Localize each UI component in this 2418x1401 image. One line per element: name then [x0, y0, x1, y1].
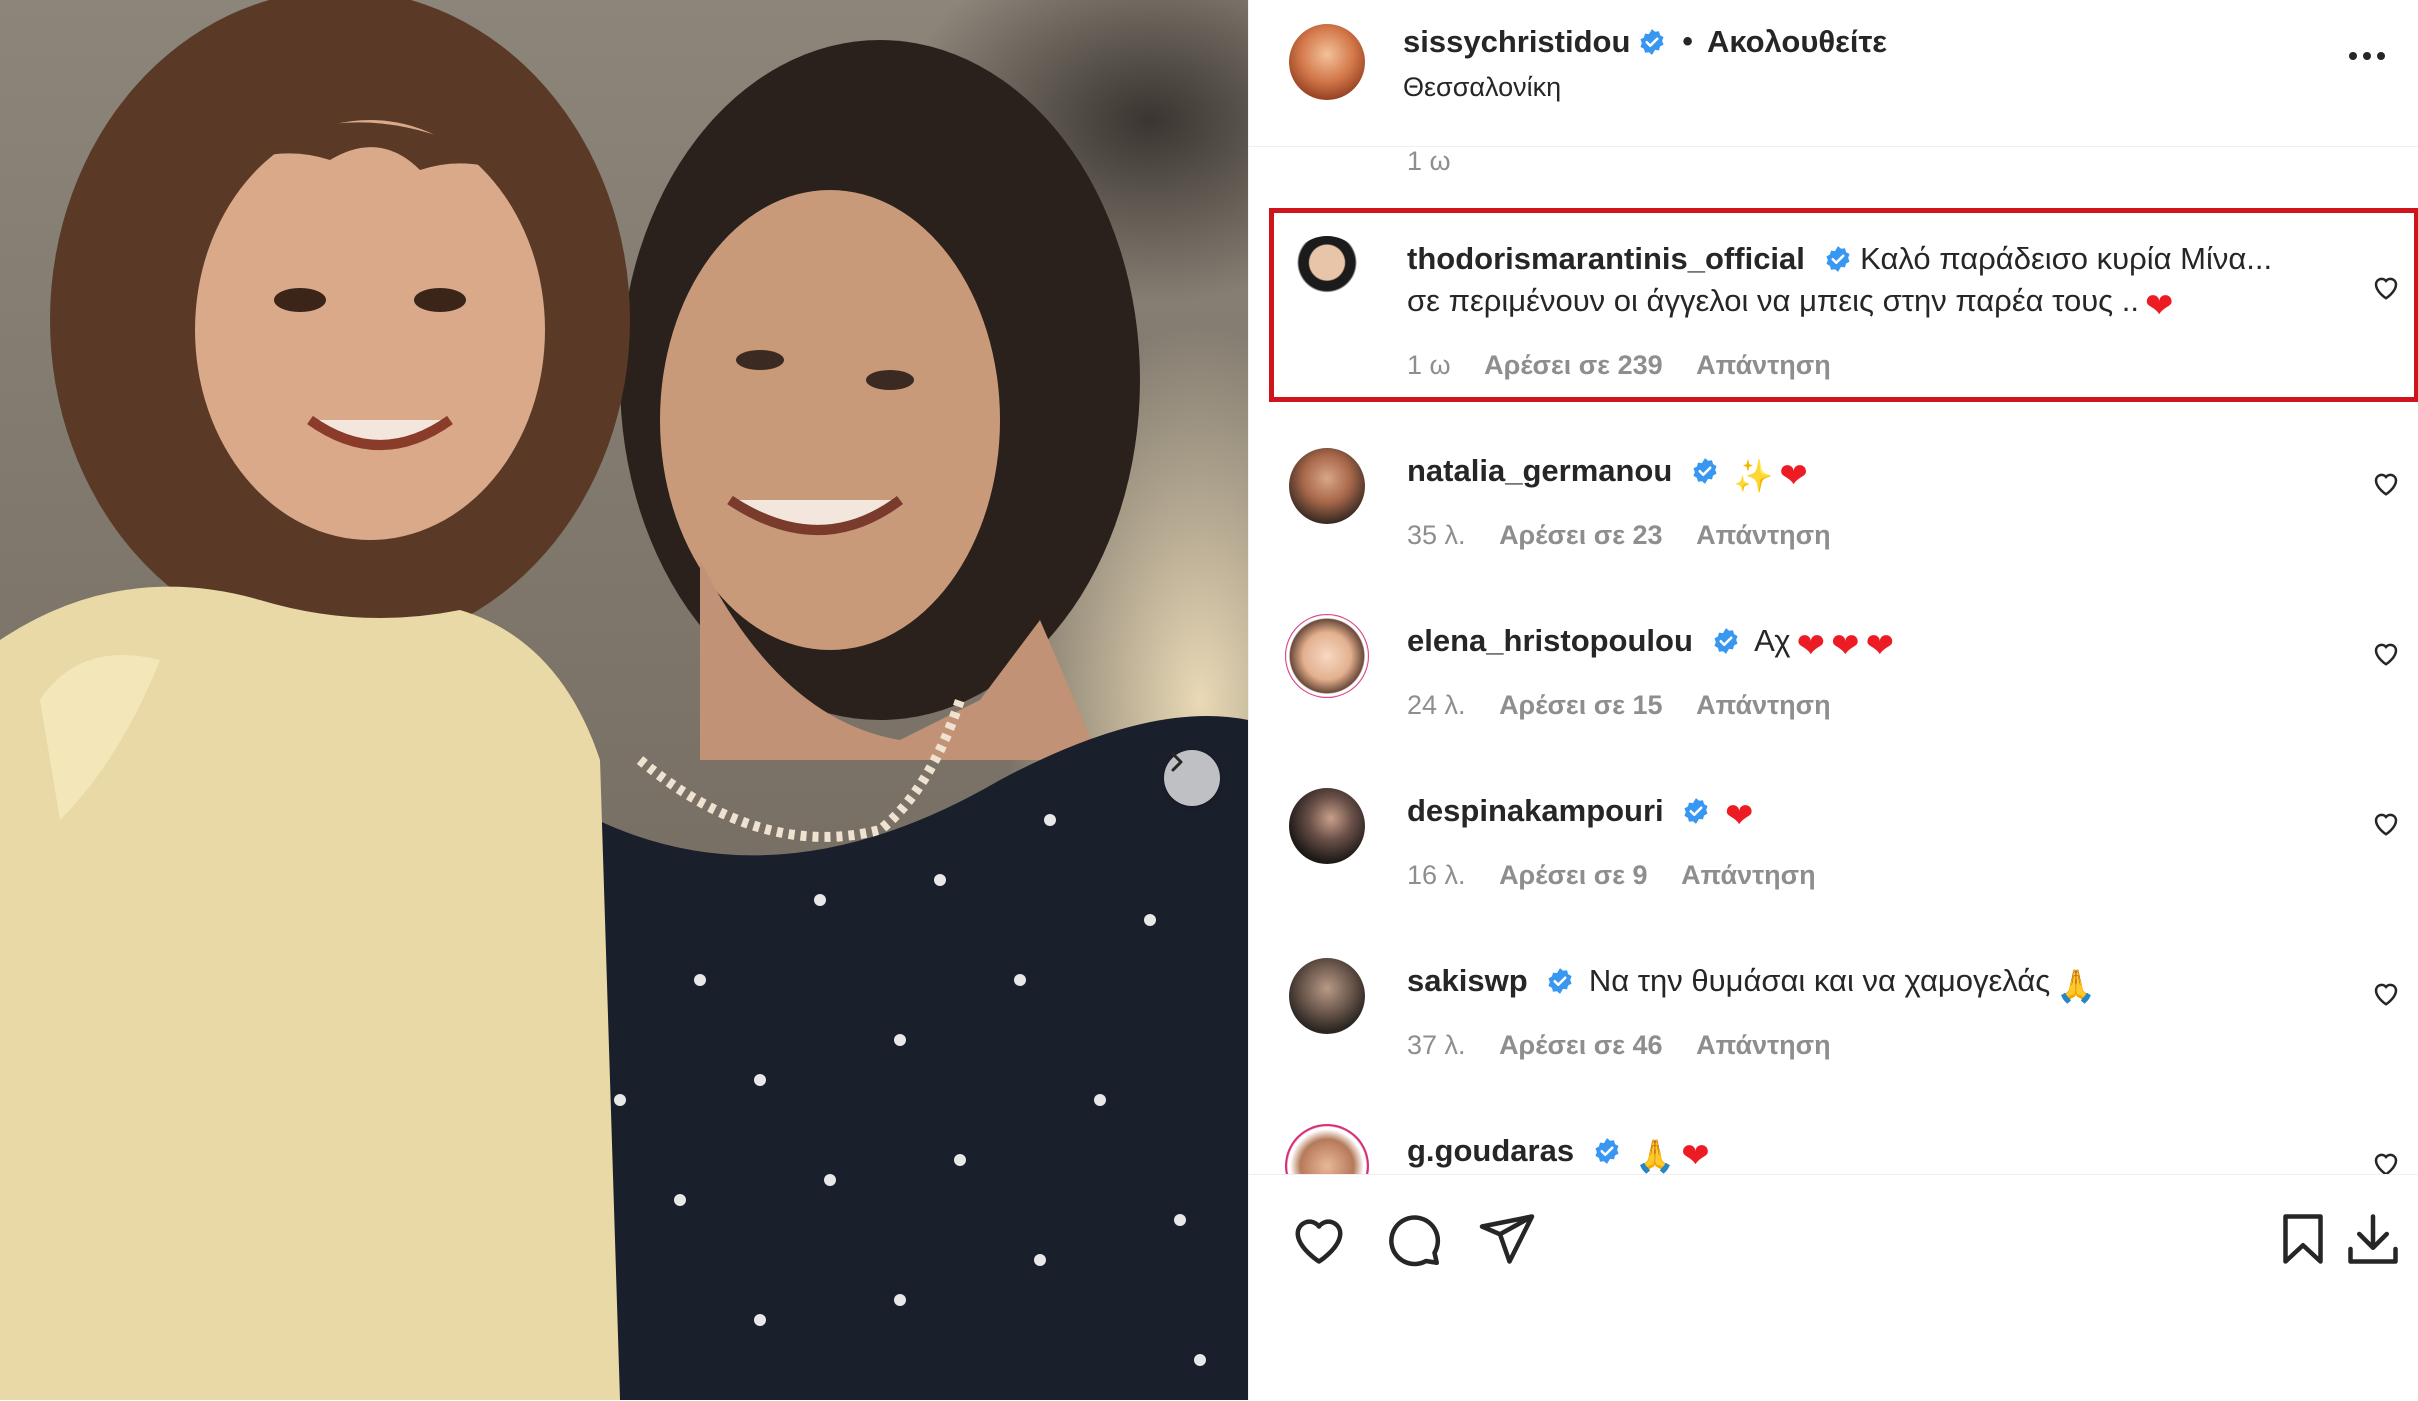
- author-username[interactable]: sissychristidou: [1403, 24, 1630, 60]
- post-sidebar: sissychristidou • Ακολουθείτε Θεσσαλονίκ…: [1248, 0, 2418, 1400]
- chevron-right-icon: [1171, 752, 1183, 772]
- comment-meta: 35 λ. Αρέσει σε 23 Απάντηση: [1407, 520, 1857, 551]
- comment-meta: 16 λ. Αρέσει σε 9 Απάντηση: [1407, 860, 1842, 891]
- comment-likes[interactable]: Αρέσει σε 239: [1484, 350, 1663, 380]
- send-icon[interactable]: [1477, 1209, 1537, 1269]
- comments-list: 1 ω thodorismarantinis_official Καλό παρ…: [1249, 146, 2418, 1174]
- folded-hands-emoji: 🙏: [2056, 968, 2097, 1004]
- reply-button[interactable]: Απάντηση: [1696, 690, 1831, 720]
- download-icon[interactable]: [2343, 1209, 2403, 1269]
- heart-icon[interactable]: [2371, 978, 2401, 1008]
- verified-badge-icon: [1595, 1138, 1619, 1164]
- comment-meta: 1 ω Αρέσει σε 239 Απάντηση: [1407, 350, 1857, 381]
- comment-username[interactable]: thodorismarantinis_official: [1407, 241, 1805, 276]
- comment-username[interactable]: natalia_germanou: [1407, 453, 1672, 488]
- comment-avatar[interactable]: [1289, 788, 1365, 864]
- reply-button[interactable]: Απάντηση: [1681, 860, 1816, 890]
- sparkles-emoji: ✨: [1733, 458, 1774, 494]
- comment-avatar[interactable]: [1289, 958, 1365, 1034]
- heart-emoji: ❤: [1681, 1137, 1710, 1174]
- bookmark-icon[interactable]: [2273, 1209, 2333, 1269]
- heart-emoji: ❤: [1831, 627, 1860, 665]
- comment-username[interactable]: sakiswp: [1407, 963, 1528, 998]
- comment-username[interactable]: g.goudaras: [1407, 1133, 1574, 1168]
- photo-illustration: [0, 0, 1248, 1400]
- heart-emoji: ❤: [1796, 627, 1826, 665]
- heart-icon[interactable]: [2371, 1148, 2401, 1174]
- reply-button[interactable]: Απάντηση: [1696, 350, 1831, 380]
- heart-icon[interactable]: [2371, 808, 2401, 838]
- header-separator: •: [1682, 25, 1693, 58]
- comment-likes[interactable]: Αρέσει σε 15: [1499, 690, 1663, 720]
- follow-status[interactable]: Ακολουθείτε: [1707, 24, 1887, 60]
- reply-button[interactable]: Απάντηση: [1696, 1030, 1831, 1060]
- comment-username[interactable]: elena_hristopoulou: [1407, 623, 1693, 658]
- comment-avatar[interactable]: [1285, 614, 1369, 698]
- comment-username[interactable]: despinakampouri: [1407, 793, 1664, 828]
- post-location[interactable]: Θεσσαλονίκη: [1403, 72, 1561, 103]
- post-actions-bar: [1249, 1174, 2418, 1401]
- comment-icon[interactable]: [1383, 1209, 1443, 1269]
- verified-badge-icon: [1713, 628, 1738, 654]
- comment-text: Αχ: [1754, 623, 1791, 658]
- verified-badge-icon: [1825, 246, 1850, 272]
- comment-time: 16 λ.: [1407, 860, 1466, 890]
- heart-icon[interactable]: [2371, 638, 2401, 668]
- verified-badge-icon: [1693, 458, 1717, 484]
- comment-time: 35 λ.: [1407, 520, 1466, 550]
- more-horizontal-icon[interactable]: [2345, 46, 2389, 66]
- post-header: sissychristidou • Ακολουθείτε Θεσσαλονίκ…: [1249, 0, 2418, 147]
- verified-badge-icon: [1684, 798, 1708, 824]
- reply-button[interactable]: Απάντηση: [1696, 520, 1831, 550]
- verified-badge-icon: [1548, 968, 1572, 994]
- heart-emoji: ❤: [1865, 627, 1895, 665]
- post-photo: [0, 0, 1248, 1400]
- heart-emoji: ❤: [1724, 797, 1754, 835]
- comment-likes[interactable]: Αρέσει σε 9: [1499, 860, 1647, 890]
- heart-emoji: ❤: [2144, 287, 2174, 325]
- comment-avatar[interactable]: [1289, 236, 1365, 312]
- comment-text: Να την θυμάσαι και να χαμογελάς: [1588, 963, 2051, 998]
- comment-time: 37 λ.: [1407, 1030, 1466, 1060]
- comment-time: 1 ω: [1407, 350, 1451, 380]
- comment-likes[interactable]: Αρέσει σε 23: [1499, 520, 1663, 550]
- comment-meta: 37 λ. Αρέσει σε 46 Απάντηση: [1407, 1030, 1857, 1061]
- comment-time: 24 λ.: [1407, 690, 1466, 720]
- comment-avatar[interactable]: [1285, 1124, 1369, 1174]
- author-avatar[interactable]: [1289, 24, 1365, 100]
- heart-icon[interactable]: [2371, 468, 2401, 498]
- next-photo-button[interactable]: [1164, 750, 1220, 806]
- heart-emoji: ❤: [1779, 457, 1808, 495]
- comment-avatar[interactable]: [1289, 448, 1365, 524]
- heart-icon[interactable]: [2371, 272, 2401, 302]
- folded-hands-emoji: 🙏: [1635, 1138, 1676, 1174]
- comment-likes[interactable]: Αρέσει σε 46: [1499, 1030, 1663, 1060]
- verified-badge-icon: [1640, 29, 1664, 55]
- caption-time: 1 ω: [1407, 146, 1451, 176]
- heart-icon[interactable]: [1289, 1209, 1349, 1269]
- comment-meta: 24 λ. Αρέσει σε 15 Απάντηση: [1407, 690, 1857, 721]
